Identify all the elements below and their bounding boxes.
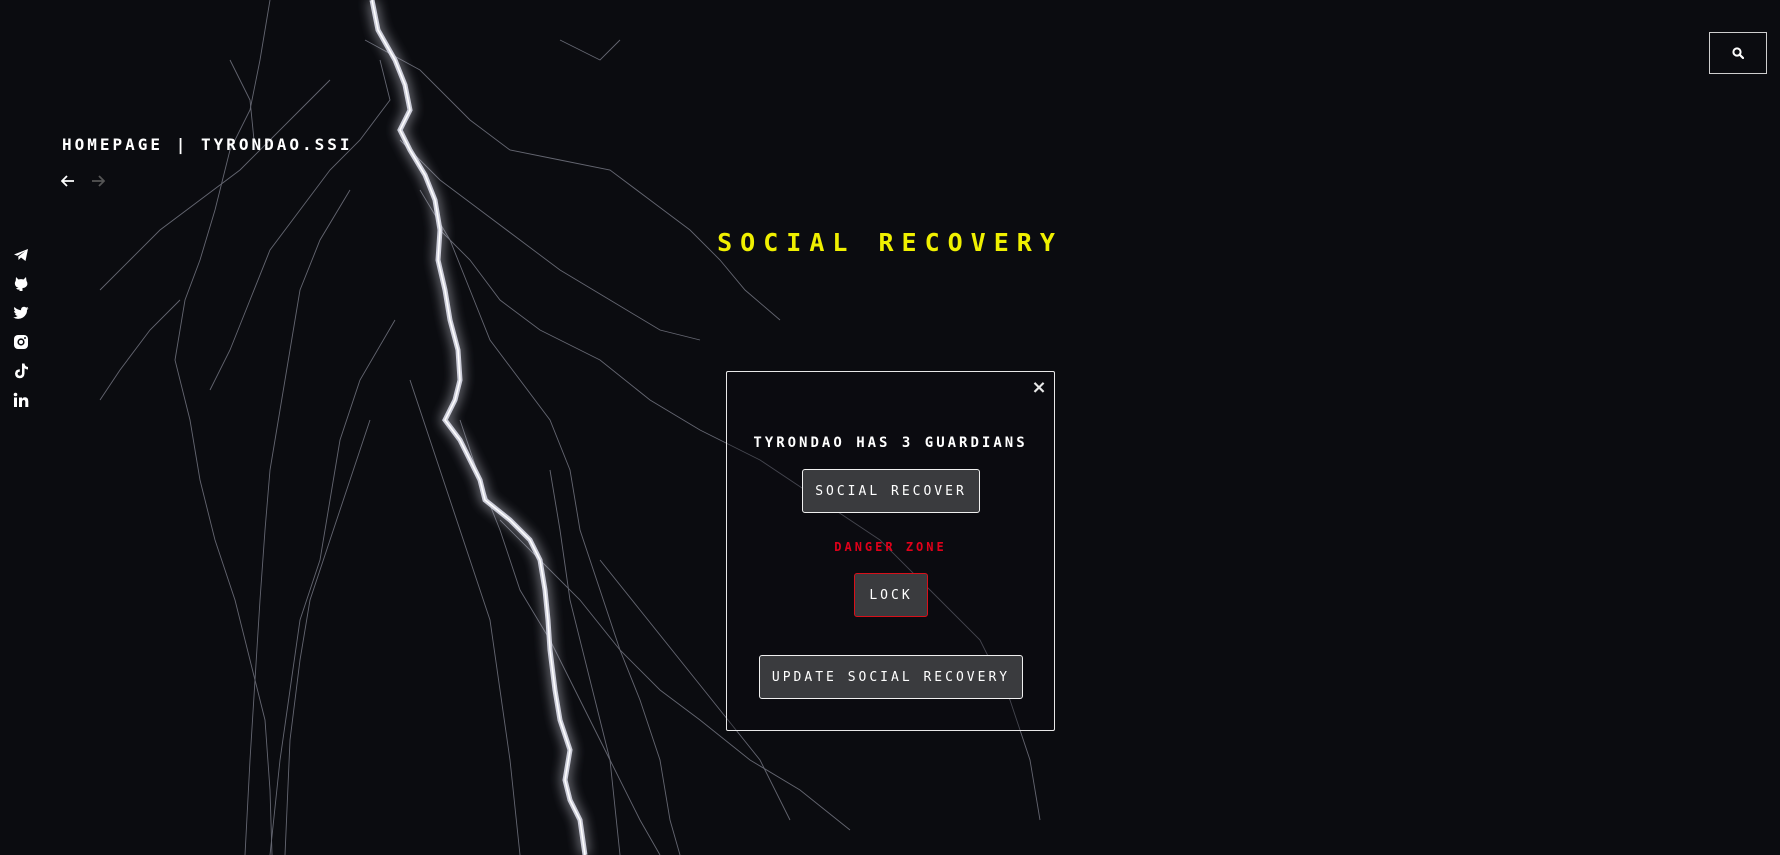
social-link-github[interactable] <box>12 275 30 292</box>
guardians-count-text: TYRONDAO HAS 3 GUARDIANS <box>753 435 1028 451</box>
update-social-recovery-button[interactable]: UPDATE SOCIAL RECOVERY <box>759 655 1023 699</box>
page-title: HOMEPAGE | TYRONDAO.SSI <box>62 135 353 154</box>
search-icon <box>1732 47 1744 59</box>
twitter-icon <box>13 306 29 319</box>
social-recovery-heading: SOCIAL RECOVERY <box>717 228 1063 257</box>
social-recovery-modal: × TYRONDAO HAS 3 GUARDIANS SOCIAL RECOVE… <box>726 371 1055 731</box>
history-nav <box>60 173 106 189</box>
tiktok-icon <box>14 363 28 378</box>
arrow-right-icon <box>92 175 105 187</box>
forward-button[interactable] <box>90 173 106 189</box>
social-link-linkedin[interactable] <box>12 391 30 408</box>
social-link-telegram[interactable] <box>12 246 30 263</box>
social-links <box>12 246 30 408</box>
lock-button[interactable]: LOCK <box>854 573 928 617</box>
social-recover-button[interactable]: SOCIAL RECOVER <box>802 469 980 513</box>
social-link-twitter[interactable] <box>12 304 30 321</box>
telegram-icon <box>14 248 28 261</box>
danger-zone-label: DANGER ZONE <box>834 540 947 554</box>
social-link-instagram[interactable] <box>12 333 30 350</box>
instagram-icon <box>14 334 28 349</box>
linkedin-icon <box>13 392 29 407</box>
page-root: HOMEPAGE | TYRONDAO.SSI SOCIAL RECOVERY … <box>0 0 1780 855</box>
search-button[interactable] <box>1709 32 1767 74</box>
back-button[interactable] <box>60 173 76 189</box>
github-icon <box>14 277 28 291</box>
social-link-tiktok[interactable] <box>12 362 30 379</box>
arrow-left-icon <box>61 175 74 187</box>
close-button[interactable]: × <box>1030 379 1048 397</box>
